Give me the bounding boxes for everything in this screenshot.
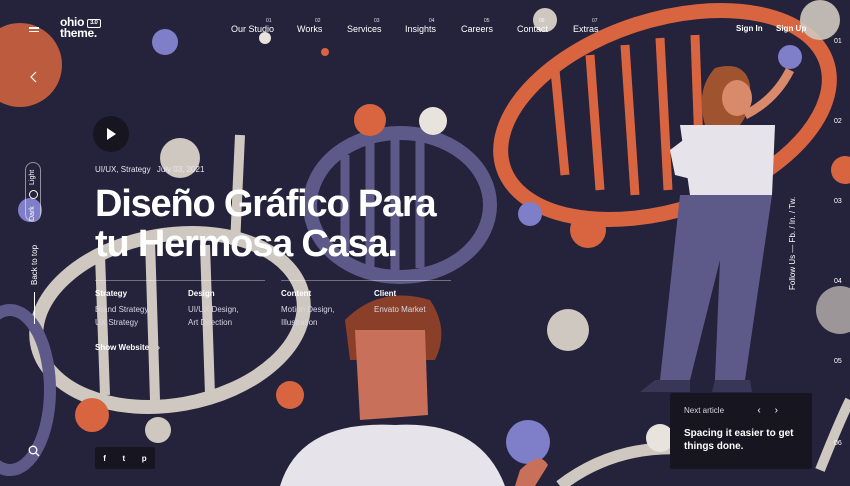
pinterest-icon[interactable]: p (142, 454, 147, 463)
page-title: Diseño Gráfico Para tu Hermosa Casa. (95, 183, 437, 265)
next-article-title-line1: Spacing it easier to get (684, 428, 794, 439)
follow-us-links[interactable]: Follow Us — Fb. / In. / Tw. (788, 197, 797, 290)
chevron-right-icon[interactable]: › (775, 405, 792, 416)
title-line1: Diseño Gráfico Para (95, 183, 437, 225)
search-icon[interactable] (28, 444, 40, 462)
theme-light-label: Light (29, 169, 36, 185)
nav-item-our-studio[interactable]: Our Studio (231, 24, 274, 34)
page-num[interactable]: 01 (834, 38, 842, 45)
theme-dark-label: Dark (29, 206, 36, 221)
post-category[interactable]: UI/UX, Strategy (95, 165, 151, 174)
play-icon (107, 128, 116, 140)
nav-item-contact[interactable]: Contact (517, 24, 548, 34)
dna-helix-cream (29, 134, 311, 414)
nav-item-careers[interactable]: Careers (461, 24, 493, 34)
nav-item-insights[interactable]: Insights (405, 24, 436, 34)
detail-strategy: Strategy Brand Strategy, UX Strategy (95, 289, 183, 329)
detail-value: UI/UX Design, (188, 305, 239, 314)
page-num[interactable]: 05 (834, 358, 842, 365)
page-num[interactable]: 04 (834, 278, 842, 285)
nav-item-extras[interactable]: Extras (573, 24, 599, 34)
page-num[interactable]: 03 (834, 198, 842, 205)
detail-value: UX Strategy (95, 318, 139, 327)
facebook-icon[interactable]: f (103, 454, 106, 463)
detail-value: Envato Market (374, 305, 426, 314)
next-article-card[interactable]: Next article ‹› Spacing it easier to get… (670, 393, 812, 469)
sign-up-link[interactable]: Sign Up (776, 24, 806, 33)
chevron-left-icon[interactable] (30, 70, 38, 88)
hero-page: ohio 3.0 theme. 01 Our Studio 02 Works 03… (0, 0, 850, 486)
detail-heading: Client (374, 289, 397, 298)
moon-icon (29, 190, 38, 199)
detail-heading: Content (281, 289, 312, 298)
detail-value: Brand Strategy, (95, 305, 150, 314)
detail-client: Client Envato Market (374, 289, 462, 316)
detail-value: Illustration (281, 318, 318, 327)
detail-heading: Design (188, 289, 215, 298)
nav-item-works[interactable]: Works (297, 24, 322, 34)
detail-content: Content Motion Design, Illustration (281, 289, 369, 329)
next-article-arrows: ‹› (757, 405, 792, 416)
page-num[interactable]: 06 (834, 440, 842, 447)
show-website-link[interactable]: Show Website › (95, 343, 160, 352)
logo-line2: theme. (60, 26, 97, 40)
page-num[interactable]: 02 (834, 118, 842, 125)
back-to-top-line (34, 292, 35, 324)
logo[interactable]: ohio 3.0 theme. (60, 16, 101, 40)
theme-toggle[interactable]: Light Dark (25, 162, 41, 222)
divider (281, 280, 451, 281)
post-meta: UI/UX, Strategy July 03, 2021 (95, 165, 204, 174)
back-to-top-link[interactable]: Back to top (30, 245, 39, 285)
chevron-left-icon[interactable]: ‹ (757, 405, 774, 416)
play-button[interactable] (93, 116, 129, 152)
next-article-title-line2: things done. (684, 441, 744, 452)
sign-in-link[interactable]: Sign In (736, 24, 763, 33)
detail-design: Design UI/UX Design, Art Direction (188, 289, 276, 329)
social-share: f t p (95, 447, 155, 469)
twitter-icon[interactable]: t (123, 454, 126, 463)
title-line2: tu Hermosa Casa. (95, 223, 398, 265)
detail-heading: Strategy (95, 289, 128, 298)
detail-value: Motion Design, (281, 305, 335, 314)
chevron-right-icon: › (157, 343, 160, 352)
divider (95, 280, 265, 281)
menu-icon[interactable] (29, 25, 39, 34)
detail-value: Art Direction (188, 318, 233, 327)
next-article-title: Spacing it easier to get things done. (684, 427, 798, 453)
show-website-label: Show Website (95, 343, 150, 352)
post-date: July 03, 2021 (156, 165, 205, 174)
nav-item-services[interactable]: Services (347, 24, 382, 34)
